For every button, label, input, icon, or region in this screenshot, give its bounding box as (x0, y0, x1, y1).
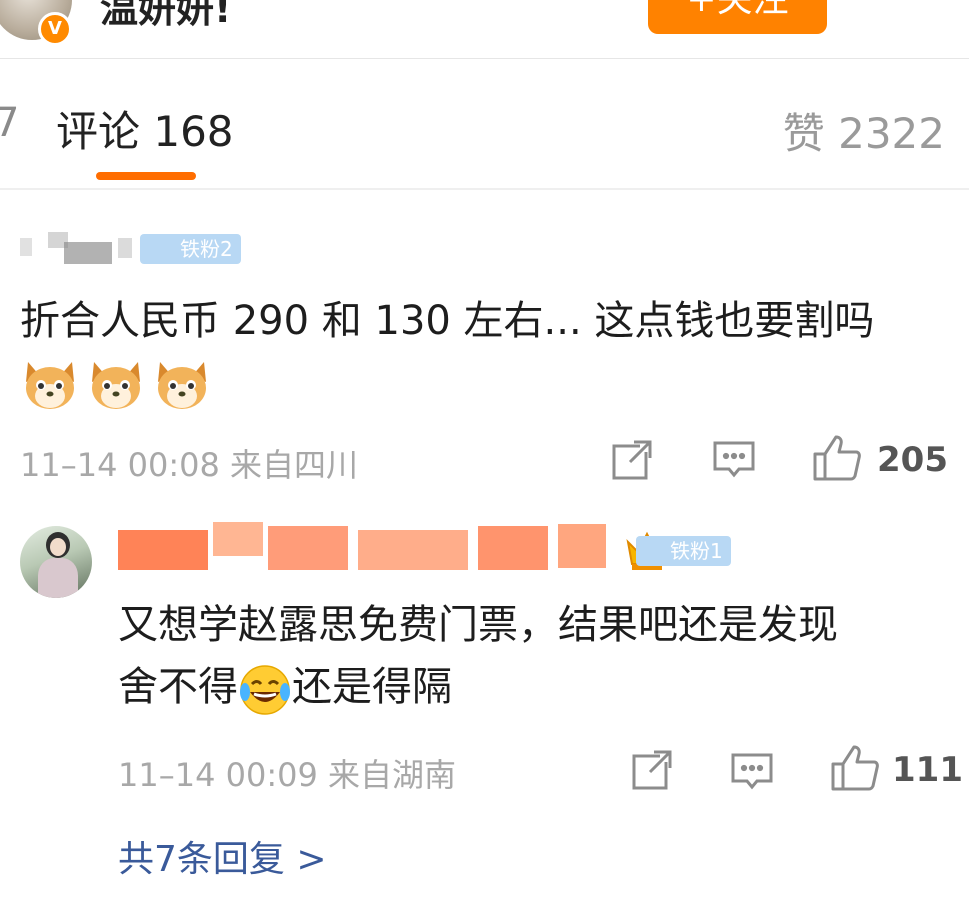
author-name[interactable]: 温妍妍! (100, 0, 231, 33)
comment-icon[interactable] (730, 750, 774, 794)
comment-text-line1: 又想学赵露思免费门票，结果吧还是发现 (118, 602, 838, 648)
share-icon[interactable] (630, 748, 674, 792)
dog-emoji-icon (92, 362, 140, 409)
comment-time-location: 11–14 00:09 来自湖南 (118, 756, 457, 794)
view-replies-link[interactable]: 共7条回复 > (118, 830, 327, 882)
tab-likes[interactable]: 赞 2322 (783, 100, 945, 161)
comment-time-location: 11–14 00:08 来自四川 (20, 446, 359, 484)
comment-text-part: 还是得隔 (292, 664, 452, 710)
share-icon[interactable] (610, 438, 654, 482)
tabs-divider (0, 188, 969, 190)
fan-badge-label: 铁粉1 (670, 539, 723, 563)
fan-badge-label: 铁粉2 (180, 237, 233, 261)
dog-emoji-icon (26, 362, 74, 409)
fan-badge: 铁粉2 (140, 234, 241, 264)
laughing-tears-emoji-icon (240, 665, 290, 715)
tab-partial-count: 7 (0, 100, 20, 146)
commenter-name-redacted[interactable] (20, 232, 135, 264)
active-tab-indicator (96, 172, 196, 180)
comment-text: 折合人民币 290 和 130 左右... 这点钱也要割吗 (20, 298, 875, 344)
like-icon[interactable] (812, 434, 862, 482)
follow-button[interactable]: +关注 (648, 0, 827, 34)
dog-emoji-icon (158, 362, 206, 409)
verified-badge-icon: V (38, 12, 72, 46)
commenter-avatar[interactable] (20, 526, 92, 598)
comment-text-line2: 舍不得 还是得隔 (118, 656, 452, 718)
comment-icon[interactable] (712, 438, 756, 482)
commenter-name-redacted[interactable] (118, 522, 608, 572)
tab-comments[interactable]: 评论 168 (56, 98, 234, 159)
like-count: 111 (892, 750, 963, 790)
fan-badge: 铁粉1 (636, 536, 731, 566)
emoji-row (22, 358, 222, 414)
like-count: 205 (877, 440, 948, 480)
header-divider (0, 58, 969, 59)
like-icon[interactable] (830, 744, 880, 792)
comment-text-part: 舍不得 (118, 664, 238, 710)
